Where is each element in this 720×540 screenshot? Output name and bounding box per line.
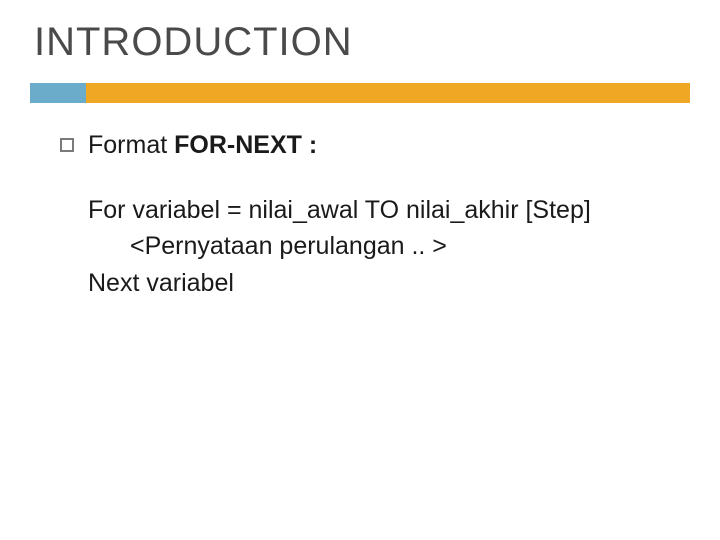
accent-orange-segment [86, 83, 690, 103]
slide-title: INTRODUCTION [34, 20, 690, 65]
square-bullet-icon [60, 138, 74, 152]
content-area: Format FOR-NEXT : For variabel = nilai_a… [30, 131, 690, 301]
accent-blue-segment [30, 83, 86, 103]
slide-container: INTRODUCTION Format FOR-NEXT : For varia… [0, 0, 720, 331]
code-block: For variabel = nilai_awal TO nilai_akhir… [60, 192, 660, 301]
code-line-2: <Pernyataan perulangan .. > [88, 228, 660, 264]
bullet-bold: FOR-NEXT : [174, 131, 317, 159]
accent-bar [30, 83, 690, 103]
bullet-text: Format FOR-NEXT : [88, 131, 317, 160]
code-line-3: Next variabel [88, 265, 660, 301]
bullet-item: Format FOR-NEXT : [60, 131, 660, 160]
bullet-prefix: Format [88, 131, 174, 159]
code-line-1: For variabel = nilai_awal TO nilai_akhir… [88, 192, 660, 228]
